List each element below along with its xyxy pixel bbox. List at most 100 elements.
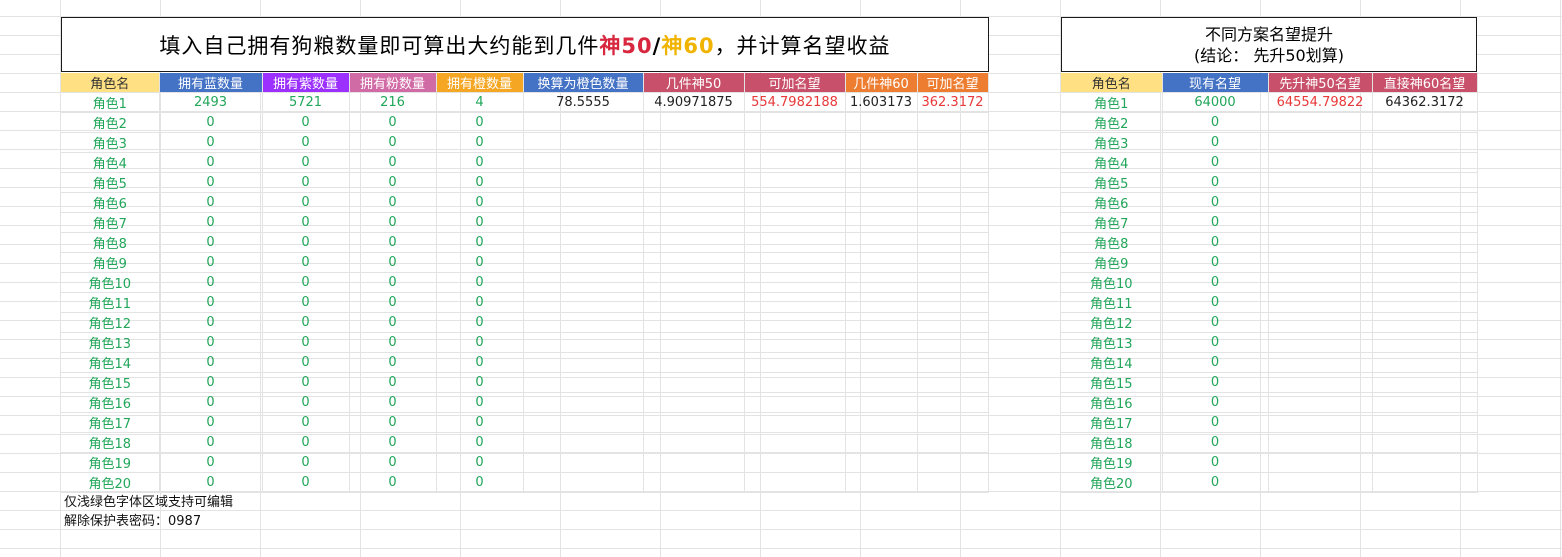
left-cell[interactable]: 0: [159, 372, 263, 393]
left-cell[interactable]: 0: [262, 372, 350, 393]
left-cell[interactable]: 0: [349, 212, 437, 233]
left-cell[interactable]: 角色20: [61, 472, 160, 493]
right-cell[interactable]: 0: [1162, 412, 1269, 433]
left-cell[interactable]: 0: [159, 132, 263, 153]
left-cell[interactable]: 0: [159, 192, 263, 213]
left-cell[interactable]: 0: [262, 352, 350, 373]
left-cell[interactable]: 0: [349, 452, 437, 473]
right-cell[interactable]: 0: [1162, 252, 1269, 273]
left-cell[interactable]: 角色6: [61, 192, 160, 213]
left-cell[interactable]: 0: [436, 132, 524, 153]
right-cell[interactable]: 0: [1162, 152, 1269, 173]
left-cell[interactable]: 0: [436, 112, 524, 133]
left-cell[interactable]: 0: [349, 172, 437, 193]
left-cell[interactable]: 0: [262, 112, 350, 133]
left-cell[interactable]: 0: [159, 272, 263, 293]
right-cell[interactable]: 0: [1162, 232, 1269, 253]
right-cell[interactable]: 0: [1162, 272, 1269, 293]
left-cell[interactable]: 0: [262, 132, 350, 153]
right-cell[interactable]: 角色3: [1061, 132, 1163, 153]
left-cell[interactable]: 0: [159, 112, 263, 133]
left-cell[interactable]: 0: [159, 472, 263, 493]
left-cell[interactable]: 0: [436, 372, 524, 393]
left-cell[interactable]: 0: [436, 212, 524, 233]
left-cell[interactable]: 角色19: [61, 452, 160, 473]
left-cell[interactable]: 角色2: [61, 112, 160, 133]
right-cell[interactable]: 0: [1162, 292, 1269, 313]
right-cell[interactable]: 0: [1162, 352, 1269, 373]
right-cell[interactable]: 0: [1162, 312, 1269, 333]
left-cell[interactable]: 0: [262, 192, 350, 213]
left-cell[interactable]: 0: [436, 452, 524, 473]
left-cell[interactable]: 0: [262, 292, 350, 313]
right-cell[interactable]: 0: [1162, 172, 1269, 193]
left-cell[interactable]: 角色13: [61, 332, 160, 353]
left-cell[interactable]: 角色12: [61, 312, 160, 333]
left-cell[interactable]: 0: [159, 352, 263, 373]
right-cell[interactable]: 0: [1162, 212, 1269, 233]
left-cell[interactable]: 0: [262, 312, 350, 333]
right-cell[interactable]: 角色12: [1061, 312, 1163, 333]
left-cell[interactable]: 0: [436, 172, 524, 193]
right-cell[interactable]: 角色15: [1061, 372, 1163, 393]
left-cell[interactable]: 0: [349, 192, 437, 213]
right-cell[interactable]: 角色9: [1061, 252, 1163, 273]
left-cell[interactable]: 0: [349, 472, 437, 493]
left-cell[interactable]: 角色18: [61, 432, 160, 453]
left-cell[interactable]: 5721: [262, 92, 350, 113]
left-cell[interactable]: 0: [349, 132, 437, 153]
left-cell[interactable]: 0: [159, 392, 263, 413]
left-cell[interactable]: 0: [349, 292, 437, 313]
left-cell[interactable]: 0: [262, 412, 350, 433]
left-cell[interactable]: 角色10: [61, 272, 160, 293]
left-cell[interactable]: 角色15: [61, 372, 160, 393]
right-cell[interactable]: 角色20: [1061, 472, 1163, 493]
left-cell[interactable]: 角色14: [61, 352, 160, 373]
left-cell[interactable]: 216: [349, 92, 437, 113]
left-cell[interactable]: 角色5: [61, 172, 160, 193]
right-cell[interactable]: 角色10: [1061, 272, 1163, 293]
right-cell[interactable]: 0: [1162, 392, 1269, 413]
left-cell[interactable]: 0: [436, 352, 524, 373]
right-cell[interactable]: 0: [1162, 192, 1269, 213]
left-cell[interactable]: 0: [436, 432, 524, 453]
left-cell[interactable]: 0: [349, 372, 437, 393]
left-cell[interactable]: 0: [159, 292, 263, 313]
left-cell[interactable]: 0: [262, 152, 350, 173]
left-cell[interactable]: 0: [159, 152, 263, 173]
left-cell[interactable]: 0: [159, 212, 263, 233]
left-cell[interactable]: 角色16: [61, 392, 160, 413]
right-cell[interactable]: 64000: [1162, 92, 1269, 113]
left-cell[interactable]: 0: [349, 312, 437, 333]
left-cell[interactable]: 0: [349, 412, 437, 433]
left-cell[interactable]: 0: [349, 152, 437, 173]
left-cell[interactable]: 0: [159, 252, 263, 273]
left-cell[interactable]: 角色7: [61, 212, 160, 233]
right-cell[interactable]: 0: [1162, 472, 1269, 493]
left-cell[interactable]: 0: [436, 152, 524, 173]
left-cell[interactable]: 0: [349, 112, 437, 133]
left-cell[interactable]: 0: [262, 432, 350, 453]
left-cell[interactable]: 0: [159, 332, 263, 353]
left-cell[interactable]: 0: [159, 232, 263, 253]
left-cell[interactable]: 0: [436, 272, 524, 293]
left-cell[interactable]: 角色8: [61, 232, 160, 253]
left-cell[interactable]: 0: [262, 472, 350, 493]
left-cell[interactable]: 2493: [159, 92, 263, 113]
left-cell[interactable]: 0: [436, 312, 524, 333]
right-cell[interactable]: 角色18: [1061, 432, 1163, 453]
left-cell[interactable]: 0: [436, 392, 524, 413]
left-cell[interactable]: 0: [436, 252, 524, 273]
left-cell[interactable]: 0: [436, 412, 524, 433]
left-cell[interactable]: 4: [436, 92, 524, 113]
left-cell[interactable]: 0: [349, 392, 437, 413]
left-cell[interactable]: 0: [159, 312, 263, 333]
right-cell[interactable]: 角色7: [1061, 212, 1163, 233]
left-cell[interactable]: 0: [436, 332, 524, 353]
left-cell[interactable]: 0: [349, 352, 437, 373]
left-cell[interactable]: 0: [349, 232, 437, 253]
right-cell[interactable]: 角色11: [1061, 292, 1163, 313]
left-cell[interactable]: 角色17: [61, 412, 160, 433]
right-cell[interactable]: 角色5: [1061, 172, 1163, 193]
left-cell[interactable]: 0: [349, 332, 437, 353]
